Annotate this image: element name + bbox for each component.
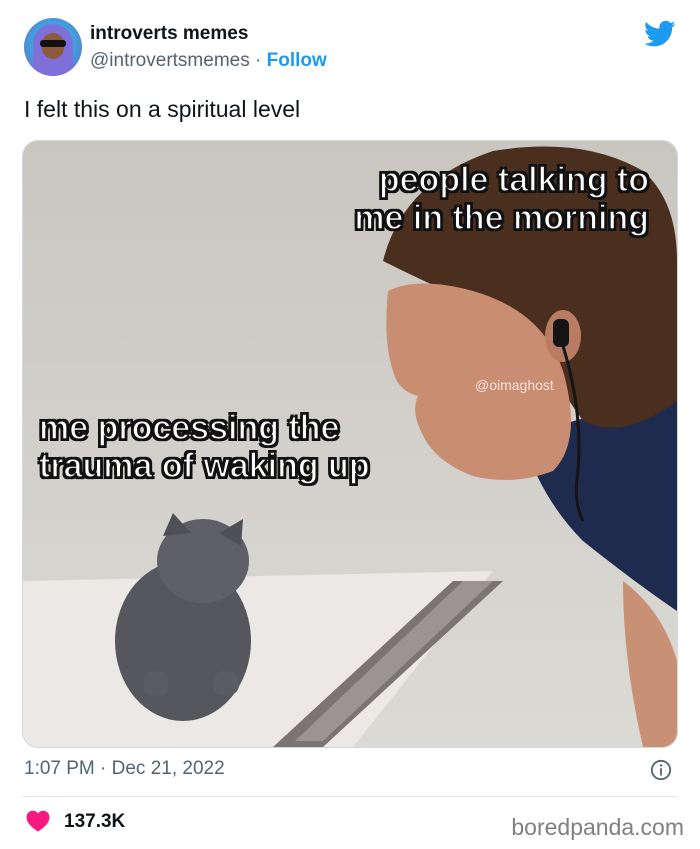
source-credit: boredpanda.com <box>511 814 684 840</box>
info-icon[interactable] <box>650 759 672 781</box>
caption-top-line1: people talking to <box>378 160 650 200</box>
caption-top: people talking to me in the morning <box>354 160 650 238</box>
like-count[interactable]: 137.3K <box>64 811 125 833</box>
tweet-header: introverts memes @introvertsmemes · Foll… <box>24 18 680 82</box>
meme-image[interactable]: people talking to me in the morning @oim… <box>22 140 678 748</box>
avatar[interactable] <box>24 18 82 76</box>
heart-icon[interactable] <box>26 810 50 832</box>
caption-bottom-line2: trauma of waking up <box>38 446 370 486</box>
separator-dot: · <box>255 50 262 71</box>
account-name[interactable]: introverts memes <box>90 23 248 45</box>
caption-bottom: me processing the trauma of waking up <box>38 408 370 486</box>
divider <box>22 796 678 797</box>
caption-top-line2: me in the morning <box>354 198 650 238</box>
account-handle[interactable]: @introvertsmemes <box>90 50 250 71</box>
follow-button[interactable]: Follow <box>267 50 327 71</box>
timestamp[interactable]: 1:07 PM · Dec 21, 2022 <box>24 758 225 780</box>
caption-bottom-line1: me processing the <box>38 408 340 448</box>
handle-line: @introvertsmemes · Follow <box>90 50 327 72</box>
twitter-bird-icon[interactable] <box>644 20 676 48</box>
tweet-text: I felt this on a spiritual level <box>24 96 301 122</box>
watermark: @oimaghost <box>475 377 554 393</box>
